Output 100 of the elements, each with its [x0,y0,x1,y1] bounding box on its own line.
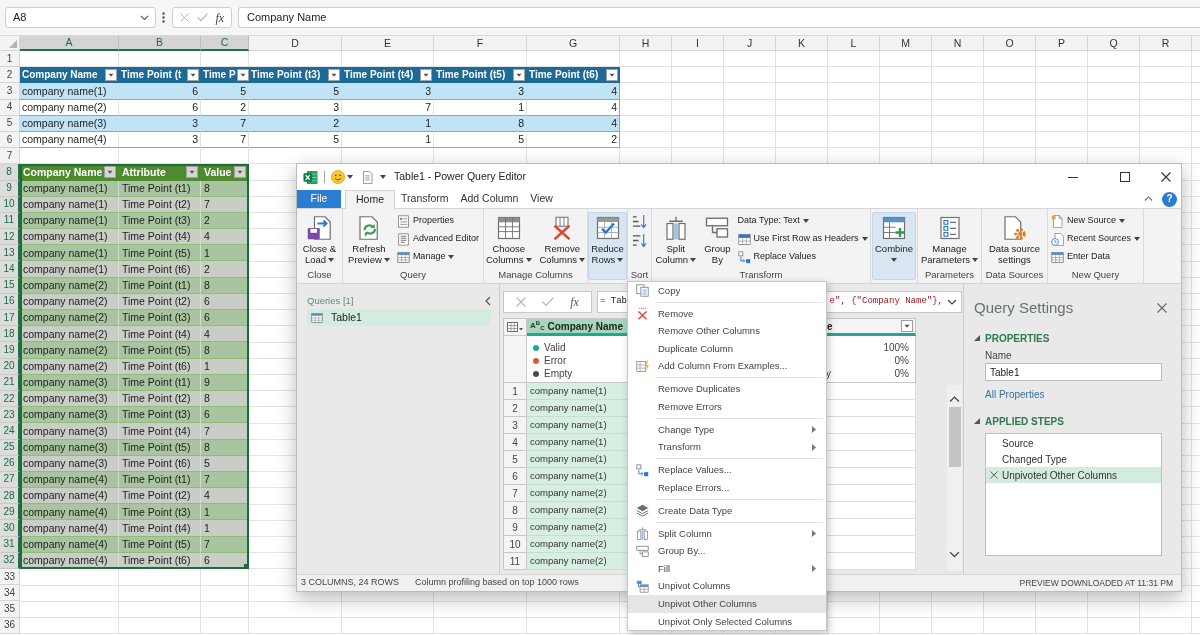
name-input[interactable]: Table1 [985,363,1162,381]
menu-item[interactable]: Transform [628,438,826,457]
menu-item[interactable]: Change Type [628,421,826,439]
row-header[interactable]: 2 [0,67,20,84]
sort-ascending-icon[interactable] [632,214,647,229]
column-header[interactable]: C [201,36,249,51]
column-header[interactable]: A [20,36,119,51]
filter-dropdown-icon[interactable] [104,165,116,178]
column-header[interactable]: M [880,36,932,51]
menu-item[interactable]: Create Data Type [628,502,826,520]
row-header[interactable]: 7 [0,148,20,165]
collapse-pane-icon[interactable] [485,296,491,306]
filter-dropdown-icon[interactable] [606,68,618,81]
ribbon-button[interactable]: Data source settings [985,212,1044,266]
applied-step[interactable]: Source [986,435,1161,451]
row-header[interactable]: 28 [0,488,20,505]
ribbon-tab[interactable]: Add Column [454,190,525,208]
name-box[interactable]: A8 [5,7,156,28]
help-button[interactable]: ? [1162,191,1177,207]
filter-dropdown-icon[interactable] [186,165,198,178]
filter-dropdown-icon[interactable] [187,68,199,81]
fill-handle[interactable] [244,564,249,569]
sort-descending-icon[interactable] [632,233,647,248]
menu-item[interactable]: Remove Other Columns [628,322,826,341]
expand-formula-icon[interactable] [947,299,957,305]
row-header[interactable]: 19 [0,342,20,359]
column-header[interactable]: F [434,36,527,51]
column-header[interactable]: L [828,36,880,51]
menu-item[interactable]: Unpivot Only Selected Columns [628,612,826,631]
menu-item[interactable]: Replace Errors... [628,479,826,497]
ribbon-tab[interactable]: Transform [395,190,455,208]
row-header[interactable]: 33 [0,569,20,586]
row-header[interactable]: 30 [0,520,20,537]
row-header[interactable]: 34 [0,585,20,602]
smiley-icon[interactable] [331,170,345,184]
row-header[interactable]: 1 [0,51,20,68]
menu-item[interactable]: Unpivot Other Columns [628,595,826,613]
filter-dropdown-icon[interactable] [901,320,913,332]
document-icon[interactable] [361,170,374,184]
ribbon-button[interactable]: Enter Data [1049,248,1112,266]
triangle-icon[interactable] [974,335,980,341]
ribbon-button[interactable]: Split Column [652,212,700,266]
row-header[interactable]: 24 [0,423,20,440]
ribbon-button[interactable]: Reduce Rows [588,212,627,280]
menu-item[interactable]: Group By... [628,542,826,561]
ribbon-button[interactable]: Manage Parameters [917,212,982,266]
ribbon-button[interactable]: Use First Row as Headers [735,230,870,248]
scroll-down-icon[interactable] [949,551,960,558]
row-header[interactable]: 8 [0,164,20,181]
column-header[interactable]: I [672,36,724,51]
column-header[interactable]: R [1140,36,1192,51]
menu-item[interactable]: Add Column From Examples... [628,357,826,376]
query-item[interactable]: Table1 [307,309,491,326]
file-tab[interactable]: File [297,190,341,208]
ribbon-tab[interactable]: Home [345,190,395,209]
row-header[interactable]: 13 [0,245,20,262]
menu-item[interactable]: Fill [628,560,826,578]
menu-item[interactable]: Split Column [628,524,826,543]
column-header[interactable]: B [119,36,201,51]
column-header[interactable]: D [249,36,342,51]
triangle-icon[interactable] [974,418,980,424]
menu-item[interactable]: Remove Errors [628,398,826,416]
all-properties-link[interactable]: All Properties [985,386,1045,402]
scroll-up-icon[interactable] [949,396,960,403]
ribbon-button[interactable]: Advanced Editor [394,230,481,248]
column-header[interactable]: O [984,36,1036,51]
filter-dropdown-icon[interactable] [105,68,117,81]
ribbon-button[interactable]: Choose Columns [483,212,535,266]
formula-field[interactable]: Company Name [238,7,1200,28]
filter-dropdown-icon[interactable] [513,68,525,81]
close-icon[interactable] [1161,172,1171,182]
row-header[interactable]: 29 [0,504,20,521]
column-header[interactable]: E [342,36,434,51]
minimize-icon[interactable] [1068,176,1078,178]
ribbon-button[interactable]: Group By [701,212,734,266]
ribbon-tab[interactable]: View [524,190,559,208]
row-header[interactable]: 14 [0,261,20,278]
table-menu-icon[interactable] [507,322,523,332]
ribbon-button[interactable]: Combine [872,212,916,280]
row-header[interactable]: 12 [0,229,20,246]
ribbon-button[interactable]: New Source [1049,212,1127,230]
filter-dropdown-icon[interactable] [234,165,246,178]
column-header[interactable]: P [1036,36,1088,51]
filter-dropdown-icon[interactable] [328,68,340,81]
column-header[interactable]: H [620,36,672,51]
maximize-icon[interactable] [1120,172,1130,182]
ribbon-button[interactable]: Manage [394,248,457,266]
insert-function-button[interactable]: fx [215,11,225,24]
menu-item[interactable]: Remove [628,304,826,323]
row-header[interactable]: 3 [0,83,20,100]
menu-item[interactable]: Unpivot Columns [628,577,826,596]
menu-item[interactable]: Replace Values... [628,461,826,480]
row-header[interactable]: 23 [0,407,20,424]
filter-dropdown-icon[interactable] [420,68,432,81]
ribbon-button[interactable]: Data Type: Text [735,212,811,230]
ribbon-button[interactable]: Properties [394,212,456,230]
applied-step[interactable]: Unpivoted Other Columns [986,467,1161,483]
caret-down-icon[interactable] [380,175,386,179]
row-header[interactable]: 17 [0,310,20,327]
applied-step[interactable]: Changed Type [986,451,1161,467]
